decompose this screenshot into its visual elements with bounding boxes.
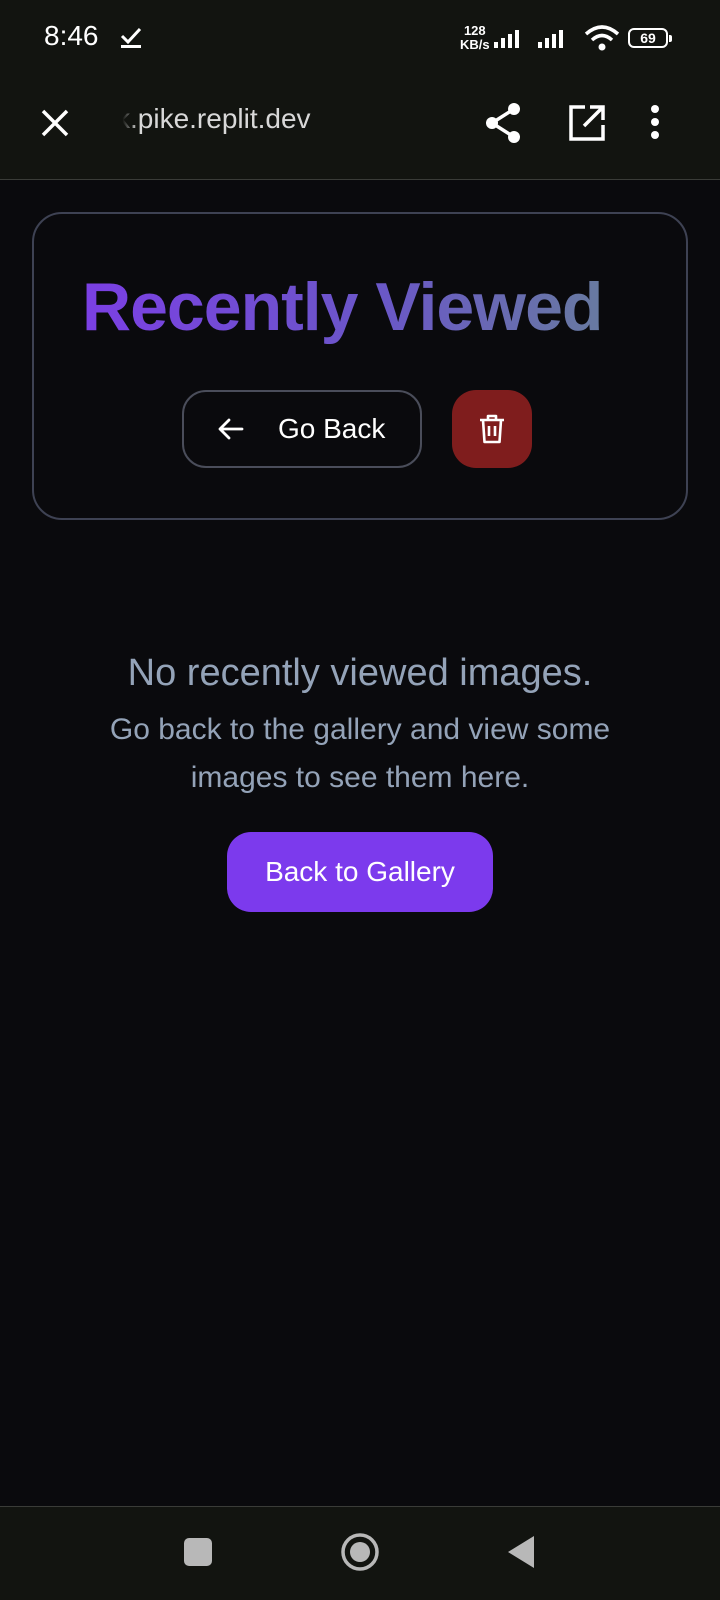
url-fade (116, 100, 138, 146)
recents-icon[interactable] (184, 1538, 212, 1566)
network-speed-value: 128 (463, 23, 486, 38)
close-icon[interactable] (40, 108, 70, 138)
signal-icon (494, 30, 519, 48)
wifi-icon (584, 25, 620, 51)
battery-indicator: 69 (628, 28, 672, 48)
more-vert-icon[interactable] (650, 104, 660, 140)
page-title-container: Recently Viewed (82, 262, 638, 352)
back-icon[interactable] (506, 1534, 536, 1570)
arrow-left-icon (218, 418, 244, 440)
empty-state-title: No recently viewed images. (127, 652, 593, 694)
trash-icon (480, 414, 504, 444)
status-time: 8:46 (44, 20, 99, 51)
go-back-label: Go Back (278, 413, 386, 444)
header-card: Recently Viewed Go Back (32, 212, 688, 520)
share-icon[interactable] (484, 102, 522, 144)
open-external-icon[interactable] (568, 104, 606, 142)
empty-state-description: Go back to the gallery and view some ima… (109, 713, 611, 794)
back-to-gallery-button[interactable]: Back to Gallery (227, 832, 493, 912)
go-back-button[interactable]: Go Back (182, 390, 422, 468)
check-icon (120, 27, 142, 48)
page-title: Recently Viewed (82, 262, 638, 352)
signal-icon (538, 30, 563, 48)
delete-history-button[interactable] (452, 390, 532, 468)
network-speed: 128 KB/s (460, 24, 490, 52)
home-icon[interactable] (340, 1532, 380, 1572)
network-speed-unit: KB/s (460, 37, 490, 52)
url-text[interactable]: k.pike.replit.dev (116, 103, 416, 143)
